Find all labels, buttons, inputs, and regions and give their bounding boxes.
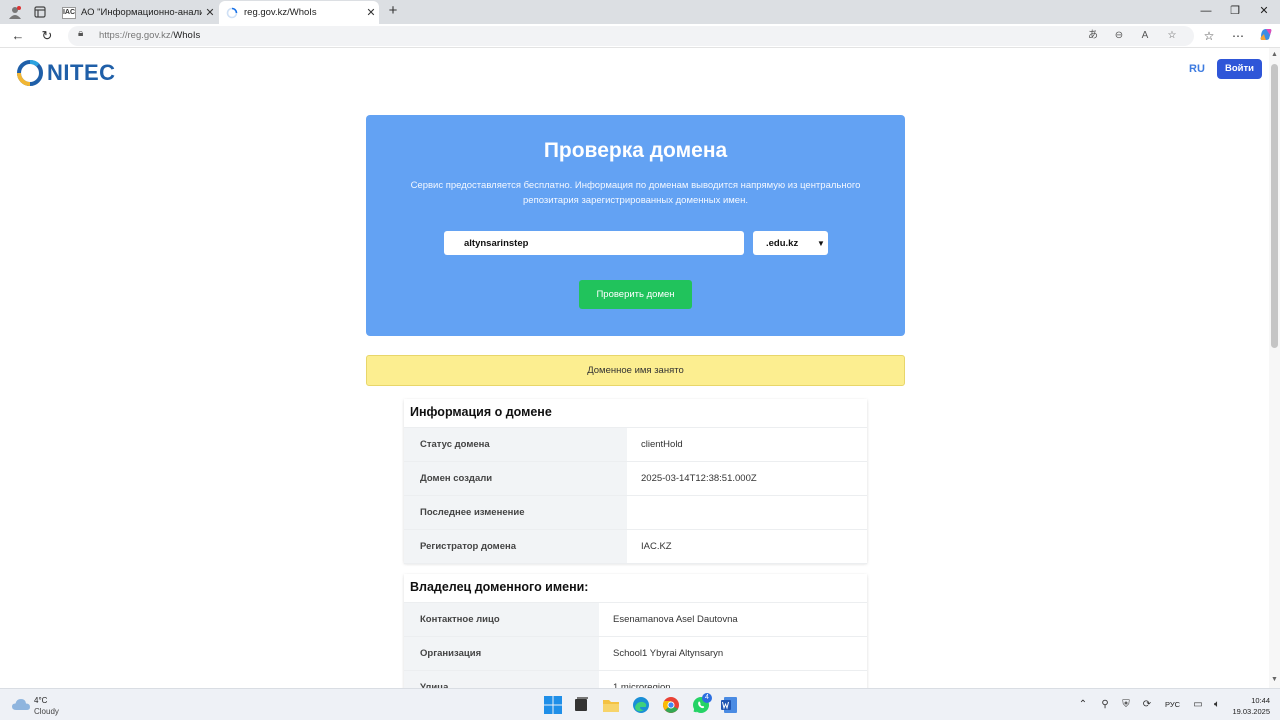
row-label: Улица: [404, 671, 599, 688]
volume-icon[interactable]: 🔈︎: [1210, 698, 1224, 712]
domain-name-input[interactable]: [444, 231, 744, 255]
word-icon[interactable]: [719, 695, 739, 715]
tab-actions-icon[interactable]: [32, 4, 48, 20]
row-label: Последнее изменение: [404, 496, 627, 529]
copilot-icon[interactable]: [1257, 27, 1275, 45]
scroll-down-icon[interactable]: ▼: [1270, 676, 1279, 683]
refresh-icon[interactable]: ↻: [38, 27, 56, 45]
row-label: Организация: [404, 637, 599, 670]
clock-time: 10:44: [1251, 696, 1270, 705]
favorites-icon[interactable]: ☆: [1200, 27, 1218, 45]
location-icon[interactable]: ⚲: [1098, 698, 1112, 712]
sync-icon[interactable]: ⟳: [1140, 698, 1154, 712]
input-language-indicator[interactable]: РУС: [1165, 700, 1180, 709]
domain-info-card: Информация о домене Статус домена client…: [404, 399, 867, 564]
profile-icon[interactable]: [7, 4, 23, 20]
domain-check-panel: Проверка домена Сервис предоставляется б…: [366, 115, 905, 336]
row-label: Домен создали: [404, 462, 627, 495]
tab-iac[interactable]: IAC АО "Информационно-аналити... ✕: [56, 1, 218, 24]
check-domain-button[interactable]: Проверить домен: [579, 280, 692, 309]
close-tab-icon[interactable]: ✕: [202, 6, 218, 19]
selected-zone: .edu.kz: [766, 237, 799, 249]
close-tab-icon[interactable]: ✕: [363, 6, 379, 19]
table-row: Улица 1 microregion: [404, 671, 867, 688]
translate-icon[interactable]: あ: [1086, 29, 1100, 43]
minimize-icon[interactable]: —: [1192, 2, 1220, 20]
address-toolbar: ← ↻ 🔒︎ https://reg.gov.kz/WhoIs あ ⊖ A ☆ …: [0, 24, 1280, 48]
tab-title: АО "Информационно-аналити...: [81, 7, 202, 18]
read-aloud-icon[interactable]: A: [1138, 29, 1152, 43]
logo-text: NITEC: [47, 60, 116, 85]
file-explorer-icon[interactable]: [601, 695, 621, 715]
weather-temperature[interactable]: 4°C: [34, 696, 47, 705]
new-tab-icon[interactable]: +: [384, 2, 402, 20]
edge-browser-icon[interactable]: [631, 695, 651, 715]
service-description: Сервис предоставляется бесплатно. Информ…: [410, 180, 861, 206]
scrollbar-thumb[interactable]: [1271, 64, 1278, 348]
table-row: Статус домена clientHold: [404, 428, 867, 462]
row-label: Регистратор домена: [404, 530, 627, 563]
row-label: Контактное лицо: [404, 603, 599, 636]
table-row: Домен создали 2025-03-14T12:38:51.000Z: [404, 462, 867, 496]
iac-favicon-icon: IAC: [62, 6, 76, 19]
favorite-star-icon[interactable]: ☆: [1165, 29, 1179, 43]
url-text[interactable]: https://reg.gov.kz/WhoIs: [99, 30, 200, 41]
row-value: [627, 496, 867, 529]
row-value: 1 microregion: [613, 682, 671, 688]
table-row: Организация School1 Ybyrai Altynsaryn: [404, 637, 867, 671]
owner-info-title: Владелец доменного имени:: [404, 574, 867, 603]
owner-info-card: Владелец доменного имени: Контактное лиц…: [404, 574, 867, 688]
more-menu-icon[interactable]: ⋯: [1229, 27, 1247, 45]
task-view-icon[interactable]: [571, 695, 591, 715]
cloud-icon[interactable]: [11, 697, 31, 711]
nitec-logo-icon: [17, 60, 43, 86]
domain-status-alert: Доменное имя занято: [366, 355, 905, 386]
page-scrollbar[interactable]: ▲ ▼: [1269, 48, 1280, 688]
tab-title: reg.gov.kz/WhoIs: [244, 7, 317, 18]
page-title: Проверка домена: [543, 139, 728, 162]
close-window-icon[interactable]: ✕: [1250, 2, 1278, 20]
zoom-icon[interactable]: ⊖: [1112, 29, 1126, 43]
page-viewport: NITEC RU Войти Проверка домена Сервис пр…: [0, 48, 1280, 688]
back-arrow-icon[interactable]: ←: [9, 27, 27, 45]
login-button[interactable]: Войти: [1217, 59, 1262, 79]
windows-start-icon[interactable]: [543, 695, 563, 715]
chevron-down-icon: ▼: [817, 238, 825, 248]
loading-favicon-icon: [225, 7, 239, 19]
windows-taskbar: 4°C Cloudy 4 ⌃ ⚲ ⛨ ⟳ РУС ▭ 🔈︎ 10:44 19.0…: [0, 688, 1280, 720]
row-value: Esenamanova Asel Dautovna: [613, 614, 738, 625]
row-value: 2025-03-14T12:38:51.000Z: [641, 473, 757, 484]
nitec-logo[interactable]: NITEC: [15, 58, 116, 88]
weather-condition[interactable]: Cloudy: [34, 707, 59, 716]
notification-badge: 4: [702, 693, 712, 703]
chevron-up-icon[interactable]: ⌃: [1076, 698, 1090, 712]
domain-zone-select[interactable]: .edu.kz ▼: [753, 231, 828, 255]
language-switch[interactable]: RU: [1189, 63, 1205, 75]
row-value: IAC.KZ: [641, 541, 672, 552]
table-row: Последнее изменение: [404, 496, 867, 530]
browser-tab-bar: IAC АО "Информационно-аналити... ✕ reg.g…: [0, 0, 1280, 24]
row-value: clientHold: [641, 439, 683, 450]
row-label: Статус домена: [404, 428, 627, 461]
table-row: Контактное лицо Esenamanova Asel Dautovn…: [404, 603, 867, 637]
domain-info-title: Информация о домене: [404, 399, 867, 428]
chrome-icon[interactable]: [661, 695, 681, 715]
lock-icon[interactable]: 🔒︎: [78, 28, 83, 39]
system-clock[interactable]: 10:44 19.03.2025: [1230, 695, 1270, 717]
address-bar[interactable]: 🔒︎ https://reg.gov.kz/WhoIs あ ⊖ A ☆: [68, 26, 1194, 46]
security-shield-icon[interactable]: ⛨: [1119, 698, 1133, 712]
scroll-up-icon[interactable]: ▲: [1270, 51, 1279, 58]
network-icon[interactable]: ▭: [1191, 698, 1205, 712]
table-row: Регистратор домена IAC.KZ: [404, 530, 867, 564]
row-value: School1 Ybyrai Altynsaryn: [613, 648, 724, 659]
maximize-icon[interactable]: ❐: [1221, 2, 1249, 20]
clock-date: 19.03.2025: [1232, 707, 1270, 716]
tab-whois[interactable]: reg.gov.kz/WhoIs ✕: [219, 1, 379, 24]
